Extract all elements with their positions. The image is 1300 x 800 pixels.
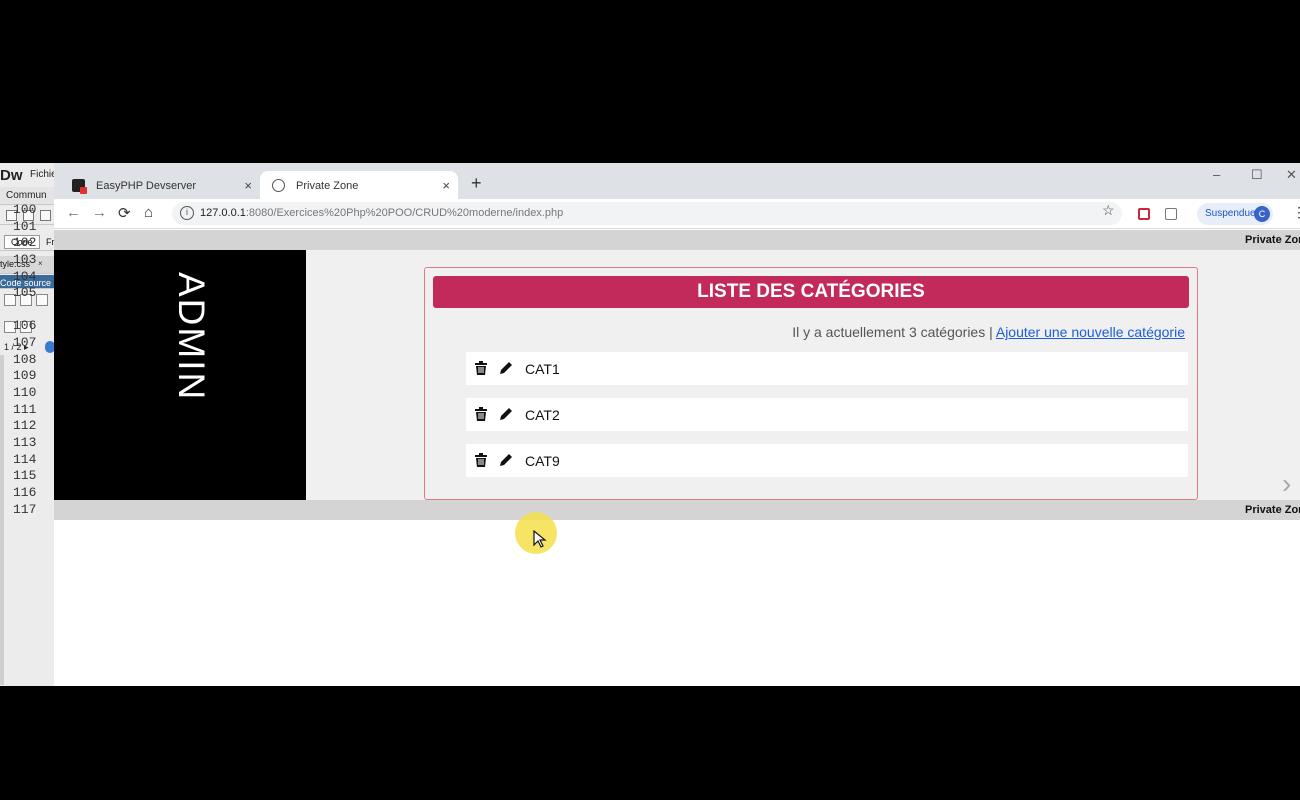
avatar: C [1254,206,1270,222]
line-number: 104 [13,269,37,284]
line-number: 111 [13,402,37,417]
page-main: ADMIN LISTE DES CATÉGORIES Il y a actuel… [54,250,1300,500]
chevron-right-icon[interactable]: › [1282,468,1291,500]
bookmark-star-icon[interactable]: ☆ [1102,202,1115,219]
url-path: :8080/Exercices%20Php%20POO/CRUD%20moder… [245,207,564,219]
background-editor-window: Dw Fichie Commun Code Fr tyle.css × Code… [0,163,54,686]
category-row: CAT1 [466,352,1188,385]
split-view-button[interactable]: Fr [46,237,54,247]
browser-toolbar: ← → ⟳ ⌂ i 127.0.0.1:8080/Exercices%20Php… [54,199,1300,229]
line-number: 106 [13,318,37,333]
panel-title: LISTE DES CATÉGORIES [433,276,1189,308]
pencil-icon[interactable] [498,360,514,376]
line-number: 109 [13,368,37,383]
browser-window: EasyPHP Devserver × Private Zone × + – ☐… [54,163,1300,686]
close-icon[interactable]: × [442,178,450,193]
address-bar[interactable]: i 127.0.0.1:8080/Exercices%20Php%20POO/C… [172,202,1122,225]
new-tab-button[interactable]: + [471,173,482,194]
trash-icon[interactable] [473,406,489,422]
profile-suspend-button[interactable]: Suspendue C [1197,203,1273,225]
category-name: CAT2 [525,407,560,423]
editor-logo: Dw [0,167,23,184]
category-name: CAT1 [525,361,560,377]
tab-private-zone[interactable]: Private Zone × [260,171,458,199]
url-host: 127.0.0.1 [200,207,246,219]
url-text: 127.0.0.1:8080/Exercices%20Php%20POO/CRU… [200,207,563,219]
close-icon[interactable]: × [38,259,43,268]
admin-label: ADMIN [171,272,212,402]
design-icon[interactable] [36,294,48,306]
line-number: 112 [13,418,37,433]
easyphp-icon [72,179,87,194]
close-window-button[interactable]: ✕ [1286,167,1297,183]
globe-icon [272,179,285,192]
page-footer-title: Private Zone [1245,504,1300,516]
trash-icon[interactable] [473,452,489,468]
pencil-icon[interactable] [498,406,514,422]
line-number: 113 [13,435,37,450]
tab-title: Private Zone [296,180,359,192]
tab-easyphp[interactable]: EasyPHP Devserver × [60,171,260,199]
info-icon [45,341,54,353]
page-footer-bar: Private Zone [54,500,1300,520]
minimize-button[interactable]: – [1213,167,1220,182]
editor-menu-file[interactable]: Fichie [30,169,54,180]
page-header-bar: Private Zone [54,230,1300,250]
line-number: 114 [13,452,37,467]
categories-panel: LISTE DES CATÉGORIES Il y a actuellement… [424,267,1198,500]
translate-icon[interactable] [1165,208,1177,220]
line-number: 103 [13,252,37,267]
tab-strip: EasyPHP Devserver × Private Zone × + – ☐… [54,163,1300,199]
line-number: 115 [13,468,37,483]
line-number: 107 [13,335,37,350]
category-row: CAT2 [466,398,1188,431]
line-number: 101 [13,219,37,234]
category-count-line: Il y a actuellement 3 catégories | Ajout… [792,324,1185,340]
line-number: 105 [13,285,37,300]
maximize-button[interactable]: ☐ [1251,167,1263,183]
add-category-link[interactable]: Ajouter une nouvelle catégorie [996,324,1185,340]
trash-icon[interactable] [473,360,489,376]
mouse-cursor-icon [533,530,547,548]
page-header-title: Private Zone [1245,234,1300,246]
anchor-icon[interactable] [40,210,51,221]
admin-sidebar: ADMIN [54,250,306,500]
category-row: CAT9 [466,444,1188,477]
line-number: 102 [13,235,37,250]
home-button[interactable]: ⌂ [144,204,153,221]
category-name: CAT9 [525,453,560,469]
line-number: 108 [13,352,37,367]
line-number: 100 [13,202,37,217]
tab-title: EasyPHP Devserver [96,180,197,192]
pencil-icon[interactable] [498,452,514,468]
forward-button[interactable]: → [92,204,107,221]
browser-menu-icon[interactable]: ⋮ [1292,204,1300,221]
info-icon[interactable]: i [180,206,194,220]
close-icon[interactable]: × [244,178,252,193]
suspend-label: Suspendue [1205,208,1256,219]
line-number: 116 [13,485,37,500]
page-viewport: Private Zone ADMIN LISTE DES CATÉGORIES … [54,230,1300,686]
line-number: 117 [13,502,37,517]
category-count-text: Il y a actuellement 3 catégories | [792,324,996,340]
reload-button[interactable]: ⟳ [118,204,131,222]
back-button[interactable]: ← [66,204,81,221]
editor-gutter [0,355,4,685]
line-number: 110 [13,385,37,400]
extension-icon[interactable] [1138,208,1150,220]
